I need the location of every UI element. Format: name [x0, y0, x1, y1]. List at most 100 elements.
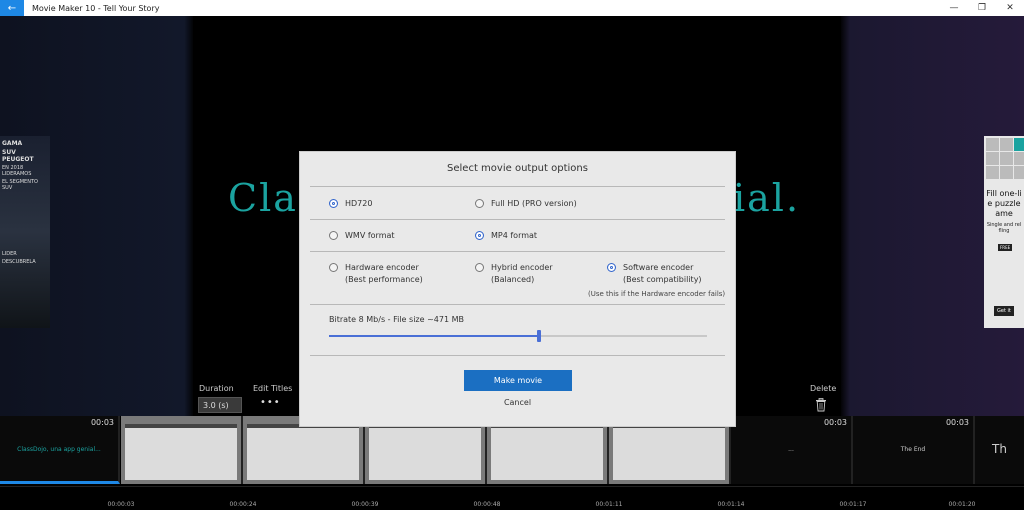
divider [310, 355, 725, 356]
radio-hybrid-encoder[interactable] [475, 263, 484, 272]
ruler-tick-label: 00:00:24 [229, 501, 257, 508]
divider [310, 186, 725, 187]
puzzle-cell [1000, 152, 1013, 165]
divider [310, 251, 725, 252]
timeline-ruler[interactable]: 00:00:03 00:00:24 00:00:39 00:00:48 00:0… [0, 486, 1024, 510]
ruler-tick-label: 00:01:14 [717, 501, 745, 508]
trash-icon[interactable] [815, 398, 827, 412]
more-options-button[interactable]: ••• [260, 397, 281, 408]
encoder-desc: (Best compatibility) [623, 275, 702, 284]
ruler-tick-label: 00:01:20 [948, 501, 976, 508]
duration-label: Duration [199, 384, 234, 393]
option-label: Full HD (PRO version) [491, 199, 577, 208]
title-bar: ← Movie Maker 10 - Tell Your Story — ❐ ✕ [0, 0, 1024, 16]
encoder-note: (Use this if the Hardware encoder fails) [588, 290, 726, 298]
puzzle-cell [1014, 152, 1024, 165]
option-label: Software encoder (Best compatibility) [623, 262, 702, 286]
app-title: Movie Maker 10 - Tell Your Story [32, 3, 160, 13]
ad-banner-left[interactable]: GAMA SUV PEUGEOT EN 2018 LIDERAMOS EL SE… [0, 136, 50, 328]
puzzle-cell [1014, 138, 1024, 151]
bitrate-label: Bitrate 8 Mb/s - File size ~471 MB [329, 315, 464, 324]
clip-caption: ... [788, 446, 794, 453]
back-button[interactable]: ← [0, 0, 24, 16]
ruler-tick-label: 00:00:39 [351, 501, 379, 508]
encoder-name: Hardware encoder [345, 263, 419, 272]
option-mp4[interactable]: MP4 format [475, 230, 537, 242]
clip-thumbnail [491, 428, 603, 480]
option-hd720[interactable]: HD720 [329, 198, 372, 210]
make-movie-button[interactable]: Make movie [464, 370, 572, 391]
radio-full-hd[interactable] [475, 199, 484, 208]
ad-subtext: Single and rel fling [986, 222, 1022, 234]
back-arrow-icon: ← [7, 2, 17, 14]
ad-heading: Fill one-li e puzzle ame [986, 189, 1022, 218]
ad-line: GAMA [2, 140, 23, 147]
timeline-clip[interactable]: 00:03 ClassDojo, una app genial... [0, 416, 120, 484]
maximize-button[interactable]: ❐ [968, 0, 996, 16]
puzzle-cell [986, 152, 999, 165]
ad-free-badge: FREE [998, 244, 1013, 251]
output-options-dialog: Select movie output options HD720 Full H… [299, 151, 736, 427]
radio-hardware-encoder[interactable] [329, 263, 338, 272]
divider [310, 304, 725, 305]
ad-line: SUV PEUGEOT [2, 149, 34, 163]
encoder-desc: (Best performance) [345, 275, 423, 284]
timeline-clip[interactable] [121, 416, 243, 484]
maximize-icon: ❐ [977, 3, 987, 13]
window-controls: — ❐ ✕ [940, 0, 1024, 16]
puzzle-cell [986, 166, 999, 179]
clip-duration: 00:03 [90, 418, 114, 427]
option-wmv[interactable]: WMV format [329, 230, 395, 242]
ad-line: EN 2018 LIDERAMOS [2, 165, 32, 177]
delete-label: Delete [810, 384, 837, 393]
option-hybrid-encoder[interactable]: Hybrid encoder (Balanced) [475, 262, 553, 286]
clip-caption: ClassDojo, una app genial... [17, 446, 101, 453]
radio-hd720[interactable] [329, 199, 338, 208]
minimize-icon: — [949, 3, 959, 13]
puzzle-cell [1014, 166, 1024, 179]
timeline-clip[interactable]: Th [975, 416, 1024, 484]
clip-caption: The End [900, 446, 926, 453]
duration-input[interactable]: 3.0 (s) [198, 397, 242, 413]
ruler-tick-label: 00:01:17 [839, 501, 867, 508]
clip-thumbnail [247, 428, 359, 480]
option-label: MP4 format [491, 231, 538, 240]
option-hardware-encoder[interactable]: Hardware encoder (Best performance) [329, 262, 423, 286]
radio-wmv[interactable] [329, 231, 338, 240]
encoder-name: Software encoder [623, 263, 694, 272]
option-label: WMV format [345, 231, 395, 240]
app-window: ← Movie Maker 10 - Tell Your Story — ❐ ✕… [0, 0, 1024, 510]
encoder-name: Hybrid encoder [491, 263, 553, 272]
option-label: HD720 [345, 199, 373, 208]
option-label: Hybrid encoder (Balanced) [491, 262, 553, 286]
minimize-button[interactable]: — [940, 0, 968, 16]
clip-caption: Th [992, 442, 1007, 456]
option-full-hd[interactable]: Full HD (PRO version) [475, 198, 577, 210]
preview-title-text-right: ial. [733, 176, 801, 220]
close-icon: ✕ [1006, 3, 1014, 13]
clip-thumbnail [369, 428, 481, 480]
puzzle-grid [984, 136, 1024, 181]
ruler-tick-label: 00:00:48 [473, 501, 501, 508]
ad-line: LIDER [2, 251, 17, 257]
clip-thumbnail [125, 428, 237, 480]
edit-titles-label: Edit Titles [253, 384, 293, 393]
option-software-encoder[interactable]: Software encoder (Best compatibility) [607, 262, 702, 286]
bitrate-slider-thumb[interactable] [537, 330, 541, 342]
ad-get-it-button[interactable]: Get it [994, 306, 1014, 316]
ad-line: DESCUBRELA [2, 259, 36, 265]
ad-banner-right[interactable]: Fill one-li e puzzle ame Single and rel … [984, 136, 1024, 328]
radio-mp4[interactable] [475, 231, 484, 240]
ad-line: EL SEGMENTO SUV [2, 179, 38, 191]
clip-duration: 00:03 [823, 418, 847, 427]
encoder-desc: (Balanced) [491, 275, 535, 284]
bitrate-slider[interactable] [329, 330, 707, 342]
ruler-tick-label: 00:00:03 [107, 501, 135, 508]
cancel-button[interactable]: Cancel [300, 398, 735, 407]
bitrate-slider-fill [329, 335, 539, 337]
radio-software-encoder[interactable] [607, 263, 616, 272]
puzzle-cell [1000, 166, 1013, 179]
timeline-clip[interactable]: 00:03 The End [853, 416, 975, 484]
timeline-clip[interactable]: 00:03 ... [731, 416, 853, 484]
close-button[interactable]: ✕ [996, 0, 1024, 16]
